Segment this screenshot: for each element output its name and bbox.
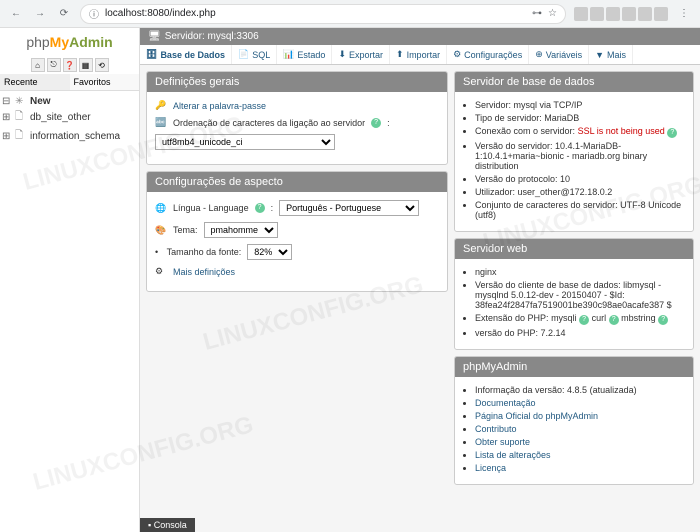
server-type: Tipo de servidor: MariaDB (475, 113, 685, 123)
status-icon: 📊 (283, 49, 294, 60)
phpmyadmin-logo[interactable]: phpMyAdmin (0, 28, 139, 56)
menu-more[interactable]: ▼Mais (589, 45, 633, 64)
theme-select[interactable]: pmahomme (204, 222, 278, 238)
server-info: Servidor: mysql via TCP/IP (475, 100, 685, 110)
tree-new[interactable]: ⊟ ✳ New (2, 95, 137, 108)
panel-web-server: Servidor web nginx Versão do cliente de … (454, 238, 694, 350)
expand-icon: ⊟ (2, 96, 12, 107)
tab-favorites[interactable]: Favoritos (70, 74, 140, 90)
console-toggle[interactable]: ▪ Consola (140, 518, 195, 532)
help-icon[interactable]: ? (255, 203, 265, 213)
fontsize-select[interactable]: 82% (247, 244, 292, 260)
key-icon: ⊶ (532, 8, 542, 19)
tree-information-schema[interactable]: ⊞ 🗋 information_schema (2, 127, 137, 146)
star-icon[interactable]: ☆ (548, 8, 557, 19)
back-button[interactable]: ← (8, 6, 24, 22)
php-version: versão do PHP: 7.2.14 (475, 328, 685, 338)
db-client-version: Versão do cliente de base de dados: libm… (475, 280, 685, 310)
language-icon: 🌐 (155, 203, 167, 214)
server-header: 🖥 Servidor: mysql:3306 (140, 28, 700, 45)
menu-variables[interactable]: ⊕Variáveis (529, 45, 589, 64)
php-extensions: Extensão do PHP: mysqli ? curl ? mbstrin… (475, 313, 685, 325)
menu-export[interactable]: ⬇Exportar (332, 45, 390, 64)
sql-icon[interactable]: ▦ (79, 58, 93, 72)
database-icon: 🗋 (15, 109, 27, 126)
fontsize-label: Tamanho da fonte: (167, 247, 242, 257)
theme-icon: 🎨 (155, 225, 167, 236)
help-icon[interactable]: ? (667, 128, 677, 138)
database-icon: 🗋 (15, 128, 27, 145)
info-icon: ⓘ (89, 6, 99, 21)
import-icon: ⬆ (396, 49, 404, 60)
panel-phpmyadmin: phpMyAdmin Informação da versão: 4.8.5 (… (454, 356, 694, 485)
pma-contribute-link[interactable]: Contributo (475, 424, 517, 434)
gear-icon: ⚙ (155, 266, 167, 277)
panel-title: Servidor de base de dados (455, 72, 693, 92)
key-icon: 🔑 (155, 100, 167, 111)
menu-sql[interactable]: 📄SQL (232, 45, 277, 64)
variables-icon: ⊕ (535, 49, 543, 60)
panel-appearance-settings: Configurações de aspecto 🌐 Língua - Lang… (146, 171, 448, 292)
menu-databases[interactable]: 🗄Base de Dados (140, 45, 232, 64)
collation-select[interactable]: utf8mb4_unicode_ci (155, 134, 335, 150)
help-icon[interactable]: ? (609, 315, 619, 325)
more-settings-link[interactable]: Mais definições (173, 267, 235, 277)
collation-icon: 🔤 (155, 117, 167, 128)
reload-button[interactable]: ⟳ (56, 6, 72, 22)
forward-button[interactable]: → (32, 6, 48, 22)
reload-nav-icon[interactable]: ⟲ (95, 58, 109, 72)
help-icon[interactable]: ? (579, 315, 589, 325)
panel-title: Configurações de aspecto (147, 172, 447, 192)
help-icon[interactable]: ? (371, 118, 381, 128)
menu-button[interactable]: ⋮ (676, 6, 692, 22)
panel-title: Servidor web (455, 239, 693, 259)
protocol-version: Versão do protocolo: 10 (475, 174, 685, 184)
logout-icon[interactable]: ⎋ (47, 58, 61, 72)
theme-label: Tema: (173, 225, 198, 235)
change-password-link[interactable]: Alterar a palavra-passe (173, 101, 266, 111)
url-text: localhost:8080/index.php (105, 8, 216, 19)
profile-avatars (574, 7, 668, 21)
gear-icon: ⚙ (453, 49, 461, 60)
pma-version: Informação da versão: 4.8.5 (atualizada) (475, 385, 685, 395)
server-connection: Conexão com o servidor: SSL is not being… (475, 126, 685, 138)
database-icon: 🗄 (146, 49, 157, 60)
url-bar[interactable]: ⓘ localhost:8080/index.php ⊶ ☆ (80, 4, 566, 24)
database-tree: ⊟ ✳ New ⊞ 🗋 db_site_other ⊞ 🗋 informatio… (0, 91, 139, 150)
expand-icon[interactable]: ⊞ (2, 112, 12, 123)
tab-recent[interactable]: Recente (0, 74, 70, 90)
pma-docs-link[interactable]: Documentação (475, 398, 536, 408)
pma-support-link[interactable]: Obter suporte (475, 437, 530, 447)
menu-settings[interactable]: ⚙Configurações (447, 45, 529, 64)
help-icon[interactable]: ? (658, 315, 668, 325)
new-icon: ✳ (15, 96, 27, 107)
panel-title: Definições gerais (147, 72, 447, 92)
panel-general-settings: Definições gerais 🔑 Alterar a palavra-pa… (146, 71, 448, 165)
sql-icon: 📄 (238, 49, 249, 60)
menu-import[interactable]: ⬆Importar (390, 45, 447, 64)
webserver-name: nginx (475, 267, 685, 277)
collation-label: Ordenação de caracteres da ligação ao se… (173, 118, 365, 128)
pma-homepage-link[interactable]: Página Oficial do phpMyAdmin (475, 411, 598, 421)
language-label: Língua - Language (173, 203, 249, 213)
language-select[interactable]: Português - Portuguese (279, 200, 419, 216)
tree-db-site-other[interactable]: ⊞ 🗋 db_site_other (2, 108, 137, 127)
docs-icon[interactable]: ❓ (63, 58, 77, 72)
menu-status[interactable]: 📊Estado (277, 45, 332, 64)
expand-icon[interactable]: ⊞ (2, 131, 12, 142)
server-charset: Conjunto de caracteres do servidor: UTF-… (475, 200, 685, 220)
pma-changes-link[interactable]: Lista de alterações (475, 450, 551, 460)
panel-database-server: Servidor de base de dados Servidor: mysq… (454, 71, 694, 232)
pma-license-link[interactable]: Licença (475, 463, 506, 473)
home-icon[interactable]: ⌂ (31, 58, 45, 72)
panel-title: phpMyAdmin (455, 357, 693, 377)
server-user: Utilizador: user_other@172.18.0.2 (475, 187, 685, 197)
export-icon: ⬇ (338, 49, 346, 60)
chevron-down-icon: ▼ (595, 50, 604, 60)
server-version: Versão do servidor: 10.4.1-MariaDB-1:10.… (475, 141, 685, 171)
server-icon: 🖥 (148, 31, 161, 42)
